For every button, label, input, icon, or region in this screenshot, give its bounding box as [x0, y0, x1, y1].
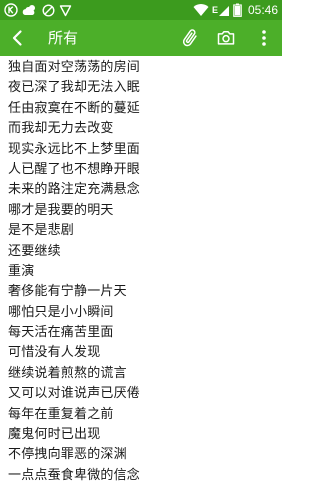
arrow-back-icon — [12, 30, 22, 46]
svg-text:E: E — [212, 5, 218, 15]
note-line: 哪怕只是小小瞬间 — [8, 304, 114, 320]
note-line: 夜已深了我却无法入眠 — [8, 80, 141, 96]
note-line: 不停拽向罪恶的深渊 — [8, 447, 127, 463]
note-line: 继续说着煎熬的谎言 — [8, 365, 127, 381]
note-line: 每年在重复着之前 — [8, 406, 114, 422]
note-line: 可惜没有人发现 — [8, 345, 101, 361]
block-icon — [42, 3, 55, 17]
battery-icon — [233, 3, 242, 17]
note-line: 未来的路注定充满悬念 — [8, 182, 141, 198]
status-bar: E 05:46 — [0, 0, 282, 20]
note-line: 任由寂寞在不断的蔓延 — [8, 100, 141, 116]
back-button[interactable] — [6, 26, 30, 50]
more-vert-icon — [262, 30, 266, 46]
wifi-icon — [193, 3, 209, 17]
camera-icon — [217, 31, 235, 45]
status-time: 05:46 — [247, 3, 278, 17]
note-line: 是不是悲剧 — [8, 223, 75, 239]
note-lines: 独自面对空荡荡的房间 夜已深了我却无法入眠 任由寂寞在不断的蔓延 而我却无力去改变现实… — [8, 58, 140, 486]
note-line: 哪才是我要的明天 — [8, 202, 114, 218]
weather-cloud-icon — [22, 3, 38, 17]
notification-k-icon — [4, 3, 18, 17]
more-options-button[interactable] — [252, 26, 276, 50]
status-bar-right: E 05:46 — [193, 1, 278, 19]
note-line: 而我却无力去改变 — [8, 121, 114, 137]
page-title: 所有 — [48, 29, 79, 47]
camera-button[interactable] — [214, 26, 238, 50]
note-line: 一点点蚕食卑微的信念 — [8, 467, 141, 483]
note-line: 还要继续 — [8, 243, 61, 259]
note-line: 每天活在痛苦里面 — [8, 325, 114, 341]
note-line: 魔鬼何时已出现 — [8, 427, 101, 443]
note-line: 现实永远比不上梦里面 — [8, 141, 141, 157]
app-bar: 所有 — [0, 20, 282, 56]
note-line: 又可以对谁说声已厌倦 — [8, 386, 141, 402]
attach-button[interactable] — [178, 26, 202, 50]
note-body[interactable]: 独自面对空荡荡的房间 夜已深了我却无法入眠 任由寂寞在不断的蔓延 而我却无力去改变现实… — [0, 56, 282, 500]
status-bar-left — [4, 2, 72, 18]
signal-e-icon: E — [212, 3, 230, 17]
note-line: 人已醒了也不想睁开眼 — [8, 161, 141, 177]
attach-icon — [182, 29, 197, 47]
note-line: 重演 — [8, 263, 35, 279]
note-line: 独自面对空荡荡的房间 — [8, 60, 141, 75]
note-line: 奢侈能有宁静一片天 — [8, 284, 127, 300]
vpn-shield-icon — [59, 4, 72, 17]
